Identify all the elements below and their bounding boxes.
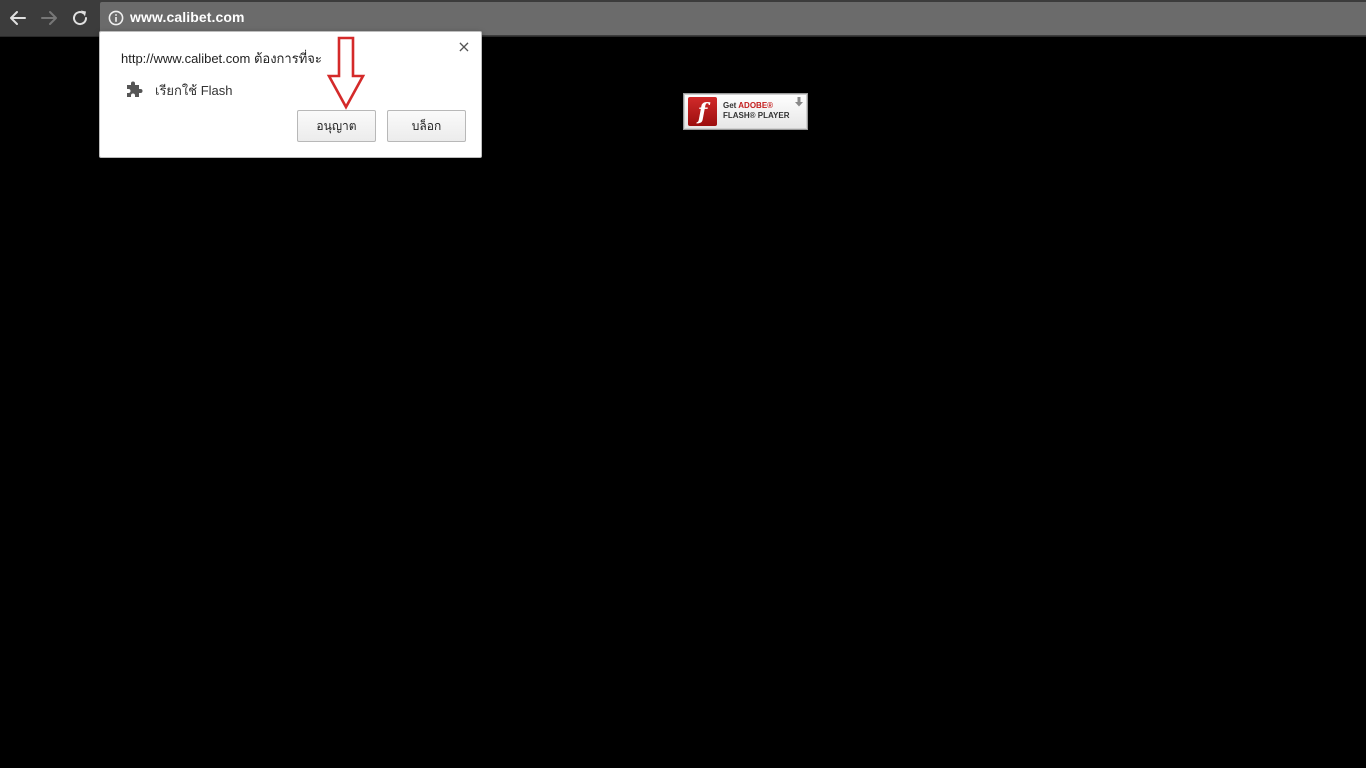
back-arrow-icon xyxy=(10,11,26,25)
forward-arrow-icon xyxy=(41,11,57,25)
reload-icon xyxy=(73,10,88,26)
flash-logo-icon: f xyxy=(688,97,717,126)
down-arrow-annotation-icon xyxy=(326,36,366,110)
permission-label: เรียกใช้ Flash xyxy=(155,83,233,98)
close-icon[interactable]: × xyxy=(456,39,472,55)
block-button[interactable]: บล็อก xyxy=(387,110,466,142)
flash-permission-popup: http://www.calibet.com ต้องการที่จะ × เร… xyxy=(99,31,482,158)
forward-button[interactable] xyxy=(37,6,61,30)
flash-adobe-label: ADOBE® xyxy=(738,101,774,110)
back-button[interactable] xyxy=(6,6,30,30)
info-icon[interactable] xyxy=(108,10,124,26)
download-arrow-icon xyxy=(795,97,803,110)
popup-title: http://www.calibet.com ต้องการที่จะ xyxy=(121,51,322,66)
flash-player-label: FLASH® PLAYER xyxy=(723,111,790,120)
get-flash-player-badge[interactable]: f Get ADOBE® FLASH® PLAYER xyxy=(683,93,808,130)
allow-button[interactable]: อนุญาต xyxy=(297,110,376,142)
flash-get-label: Get xyxy=(723,101,737,110)
reload-button[interactable] xyxy=(68,6,92,30)
url-text[interactable]: www.calibet.com xyxy=(130,9,245,25)
flash-badge-line1: Get ADOBE® xyxy=(723,101,773,110)
flash-logo-letter: f xyxy=(697,98,708,125)
puzzle-plugin-icon xyxy=(127,81,143,97)
